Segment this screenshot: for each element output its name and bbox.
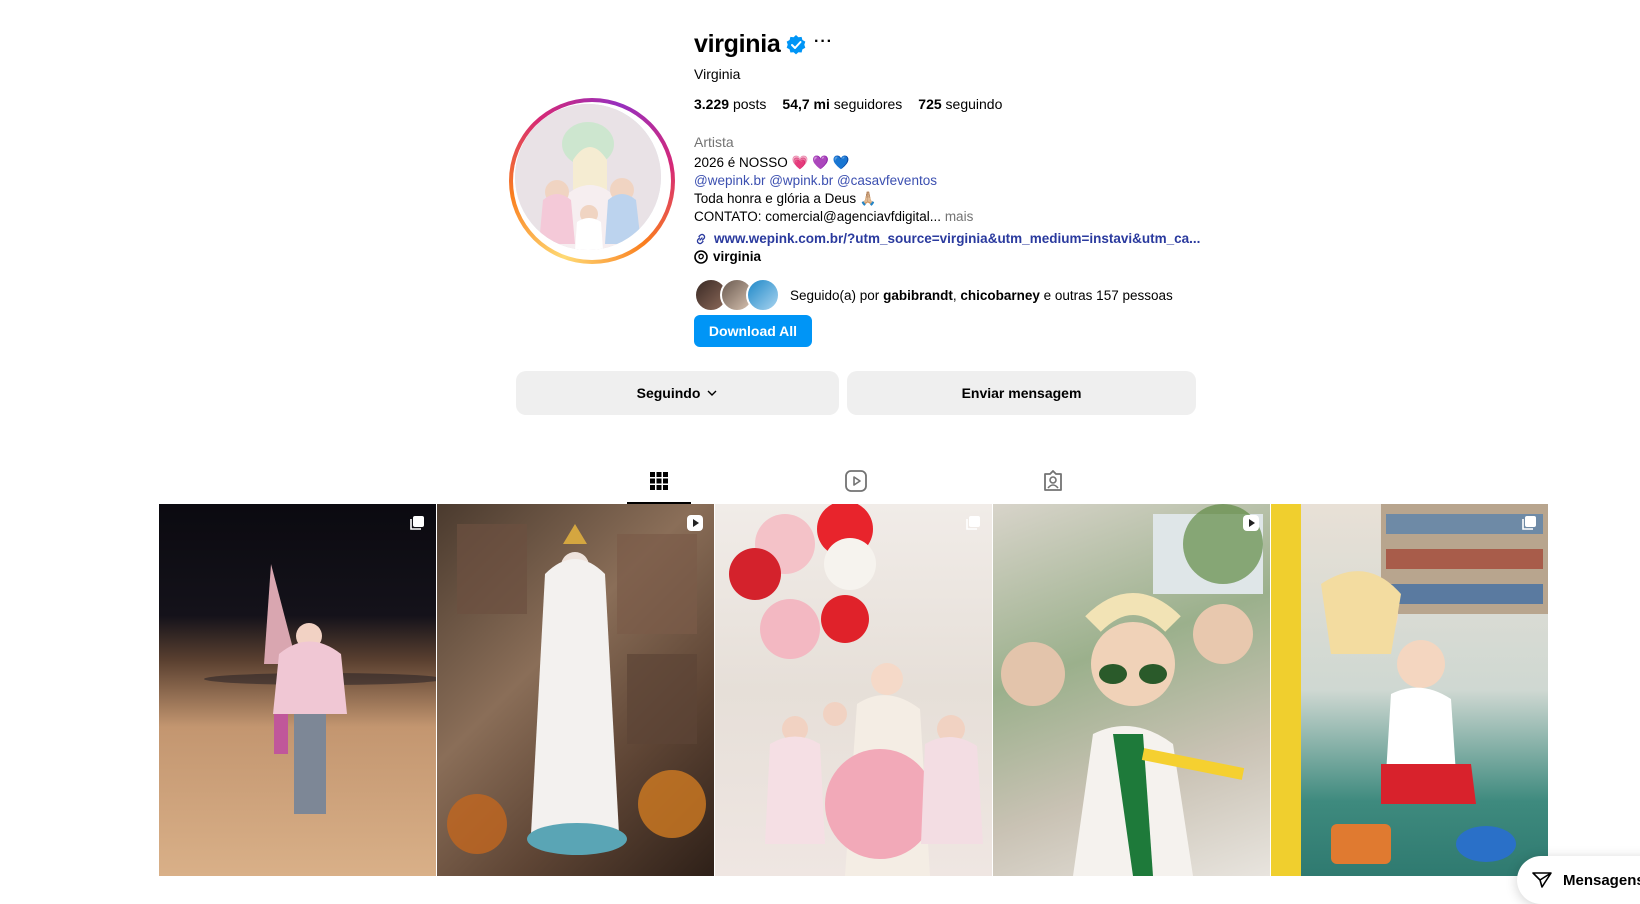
- followed-by-user[interactable]: gabibrandt: [883, 288, 953, 303]
- posts-stat: 3.229 posts: [694, 96, 766, 112]
- bio-contact-line: CONTATO: comercial@agenciavfdigital... m…: [694, 209, 973, 224]
- carousel-icon: [410, 516, 424, 530]
- posts-label: posts: [732, 96, 767, 112]
- followed-by-text: Seguido(a) por gabibrandt, chicobarney e…: [790, 288, 1173, 303]
- messages-label: Mensagens: [1563, 871, 1640, 889]
- threads-icon: [694, 249, 708, 264]
- send-message-button[interactable]: Enviar mensagem: [847, 371, 1196, 415]
- profile-avatar[interactable]: [509, 98, 675, 264]
- profile-stats: 3.229 posts 54,7 mi seguidores 725 segui…: [694, 96, 1002, 112]
- post-tile[interactable]: [1271, 504, 1548, 876]
- threads-link[interactable]: virginia: [694, 249, 761, 264]
- post-image: [1271, 504, 1548, 876]
- followed-by-separator: ,: [952, 287, 957, 303]
- more-options-icon[interactable]: ···: [814, 33, 833, 51]
- reel-icon: [687, 515, 703, 531]
- send-icon: [1532, 872, 1552, 888]
- verified-badge-icon: [786, 35, 806, 55]
- followers-stat[interactable]: 54,7 mi seguidores: [782, 96, 902, 112]
- followed-by-user[interactable]: chicobarney: [960, 288, 1040, 303]
- post-image: [1001, 504, 1263, 876]
- tab-tagged[interactable]: [1033, 464, 1073, 498]
- following-label: seguindo: [945, 96, 1003, 112]
- followers-count: 54,7 mi: [782, 96, 830, 112]
- grid-icon: [650, 472, 668, 490]
- tab-posts[interactable]: [639, 464, 679, 498]
- following-button[interactable]: Seguindo: [516, 371, 839, 415]
- external-link[interactable]: www.wepink.com.br/?utm_source=virginia&u…: [694, 231, 1200, 246]
- link-icon: [696, 233, 706, 244]
- bio-mentions[interactable]: @wepink.br @wpink.br @casavfeventos: [694, 173, 937, 188]
- post-tile[interactable]: [993, 504, 1270, 876]
- followed-by-prefix: Seguido(a) por: [790, 287, 880, 303]
- post-tile[interactable]: [159, 504, 436, 876]
- bio-line: 2026 é NOSSO 💗 💜 💙: [694, 155, 850, 170]
- profile-username: virginia: [694, 30, 781, 58]
- bio-more-link[interactable]: mais: [945, 209, 974, 224]
- tagged-icon: [1044, 470, 1062, 491]
- profile-category: Artista: [694, 134, 734, 150]
- external-link-text: www.wepink.com.br/?utm_source=virginia&u…: [714, 231, 1201, 246]
- post-image: [447, 524, 706, 855]
- bio-contact: CONTATO: comercial@agenciavfdigital...: [694, 209, 942, 224]
- bio-line: Toda honra e glória a Deus 🙏🏼: [694, 191, 877, 206]
- following-stat[interactable]: 725 seguindo: [918, 96, 1002, 112]
- chevron-down-icon: [707, 390, 717, 396]
- threads-handle: virginia: [713, 249, 762, 264]
- reel-icon: [1243, 515, 1259, 531]
- followed-by-suffix: e outras 157 pessoas: [1043, 287, 1173, 303]
- download-all-button[interactable]: Download All: [694, 315, 812, 347]
- tab-reels[interactable]: [836, 464, 876, 498]
- post-tile[interactable]: [437, 504, 714, 876]
- avatar-illustration: [515, 104, 661, 250]
- reels-icon: [845, 470, 867, 492]
- follower-avatar: [746, 278, 780, 312]
- posts-count: 3.229: [694, 96, 730, 112]
- avatar-image: [515, 104, 661, 250]
- carousel-icon: [966, 516, 980, 530]
- messages-button[interactable]: Mensagens: [1517, 856, 1640, 904]
- carousel-icon: [1522, 516, 1536, 530]
- following-count: 725: [918, 96, 942, 112]
- followers-label: seguidores: [833, 96, 903, 112]
- post-image: [204, 564, 436, 814]
- following-button-label: Seguindo: [636, 385, 701, 401]
- post-tile[interactable]: [715, 504, 992, 876]
- followed-by[interactable]: Seguido(a) por gabibrandt, chicobarney e…: [694, 278, 1173, 312]
- post-image: [729, 504, 983, 876]
- profile-full-name: Virginia: [694, 66, 741, 82]
